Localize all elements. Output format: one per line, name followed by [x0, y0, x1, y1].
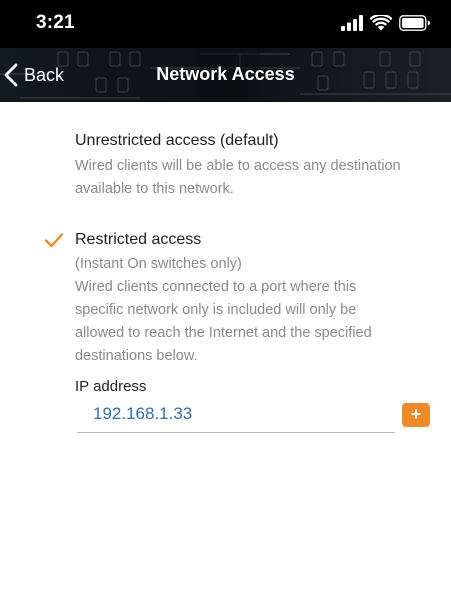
ip-address-input[interactable]: [77, 398, 395, 430]
ip-address-label: IP address: [75, 378, 147, 395]
add-ip-button[interactable]: +: [402, 403, 430, 427]
description-line: specific network only is included will o…: [75, 302, 357, 318]
battery-icon: [399, 15, 430, 31]
option-unrestricted-access[interactable]: Unrestricted access (default) Wired clie…: [75, 130, 425, 201]
status-bar: 3:21: [0, 0, 451, 48]
page-title: Network Access: [156, 64, 295, 84]
description-line: destinations below.: [75, 348, 198, 364]
ip-address-field-wrapper: [77, 398, 395, 433]
checkmark-icon: [44, 233, 64, 248]
network-access-screen: 3:21 Back Network Access Unrestricted ac…: [0, 0, 451, 600]
description-line: allowed to reach the Internet and the sp…: [75, 325, 372, 341]
description-line: Wired clients connected to a port where …: [75, 279, 357, 295]
option-description: Wired clients will be able to access any…: [75, 155, 425, 201]
option-title: Unrestricted access (default): [75, 132, 279, 149]
signal-icon: [341, 15, 363, 31]
option-restricted-access[interactable]: Restricted access (Instant On switches o…: [75, 229, 425, 368]
option-description: (Instant On switches only) Wired clients…: [75, 253, 425, 368]
description-line: (Instant On switches only): [75, 256, 242, 272]
option-title: Restricted access: [75, 231, 202, 248]
status-time: 3:21: [36, 12, 75, 33]
nav-bar: Back Network Access: [0, 48, 451, 102]
description-line: Wired clients will be able to access any…: [75, 158, 401, 174]
description-line: available to this network.: [75, 181, 234, 197]
status-icons: [341, 12, 431, 34]
wifi-icon: [370, 15, 392, 31]
